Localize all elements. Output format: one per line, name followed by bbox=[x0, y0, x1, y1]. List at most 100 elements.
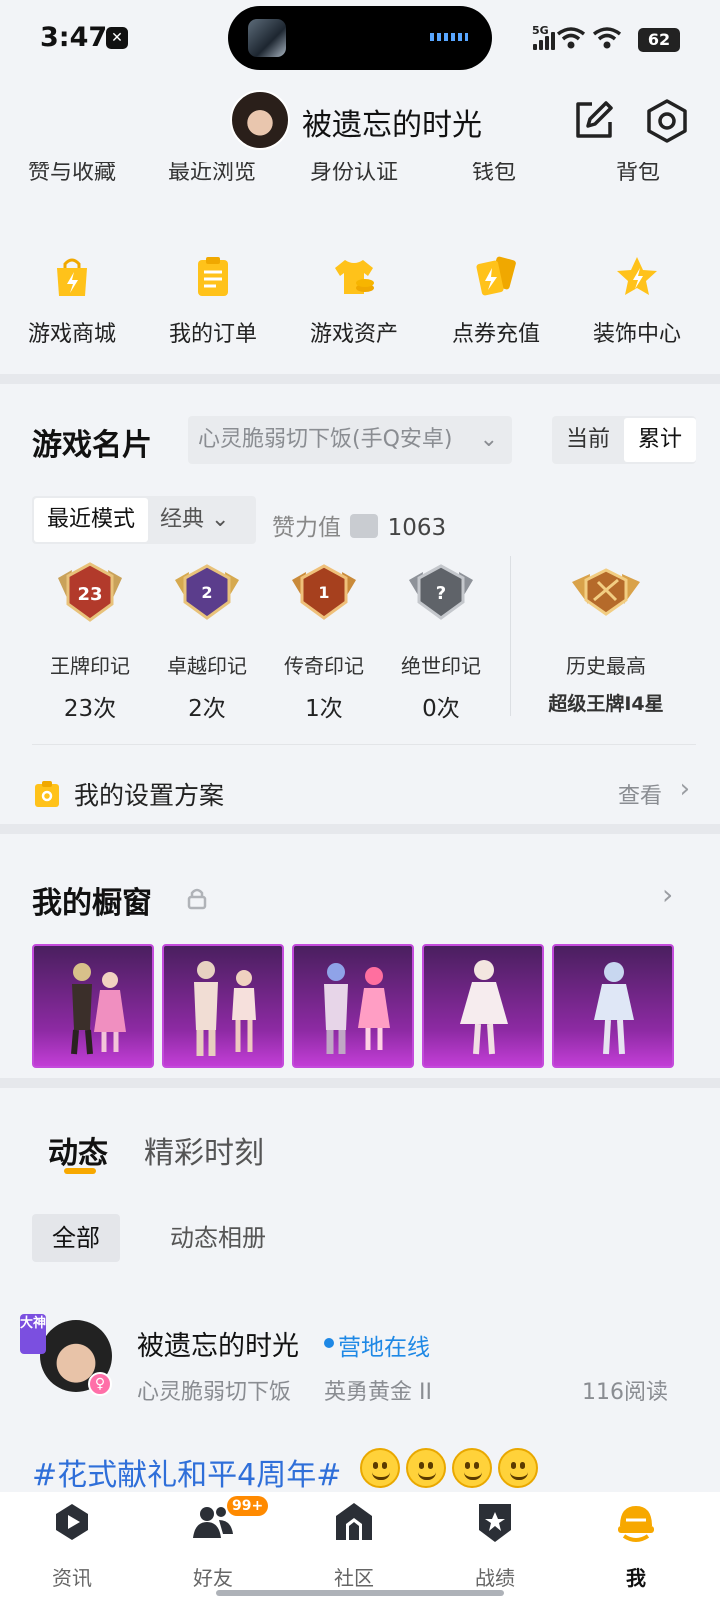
status-bar: 3:47 ✕ 5G 62 bbox=[0, 0, 720, 80]
shortcut-wallet[interactable]: 钱包 bbox=[422, 162, 566, 186]
toggle-total[interactable]: 累计 bbox=[624, 418, 696, 462]
clipboard-settings-icon bbox=[35, 781, 59, 807]
nav-label: 社区 bbox=[334, 1566, 374, 1590]
smile-emoji-icon bbox=[406, 1448, 446, 1488]
quick-action-decoration[interactable]: 装饰中心 bbox=[565, 250, 709, 348]
nav-me[interactable]: 我 bbox=[564, 1500, 708, 1591]
tab-dynamics[interactable]: 动态 bbox=[48, 1128, 108, 1172]
post-reads: 116阅读 bbox=[582, 1380, 668, 1405]
showcase-title: 我的橱窗 bbox=[32, 886, 152, 921]
divider bbox=[0, 824, 720, 834]
smile-emoji-icon bbox=[452, 1448, 492, 1488]
nav-friends[interactable]: 99+ 好友 bbox=[141, 1496, 285, 1591]
quick-action-label: 装饰中心 bbox=[592, 322, 681, 347]
badge-value: 23次 bbox=[63, 696, 117, 722]
nav-news[interactable]: 资讯 bbox=[0, 1500, 144, 1591]
dynamic-island[interactable] bbox=[228, 6, 492, 70]
quick-action-label: 游戏资产 bbox=[309, 322, 398, 347]
quick-action-assets[interactable]: 游戏资产 bbox=[282, 250, 426, 348]
home-indicator[interactable] bbox=[216, 1590, 504, 1596]
badge-excellent[interactable]: 2 卓越印记 2次 bbox=[152, 560, 262, 723]
nav-records[interactable]: 战绩 bbox=[423, 1500, 567, 1591]
post-author[interactable]: 被遗忘的时光 bbox=[137, 1324, 299, 1363]
shortcut-likes[interactable]: 赞与收藏 bbox=[0, 162, 144, 186]
badge-highest[interactable]: 历史最高 超级王牌I4星 bbox=[538, 560, 674, 716]
medal-number: ? bbox=[436, 583, 446, 604]
battery-icon: 62 bbox=[638, 28, 680, 52]
account-select[interactable]: 心灵脆弱切下饭(手Q安卓) ⌄ bbox=[188, 416, 512, 464]
page-title[interactable]: 被遗忘的时光 bbox=[302, 100, 482, 144]
quick-action-game-store[interactable]: 游戏商城 bbox=[0, 250, 144, 348]
account-select-value: 心灵脆弱切下饭(手Q安卓) bbox=[198, 427, 453, 452]
mode-classic-label: 经典 bbox=[160, 507, 205, 532]
quick-action-recharge[interactable]: 点券充值 bbox=[424, 250, 568, 348]
chip-all[interactable]: 全部 bbox=[32, 1214, 120, 1262]
quick-action-label: 游戏商城 bbox=[27, 322, 116, 347]
lock-icon bbox=[187, 888, 207, 910]
ace-medal-icon: 23 bbox=[58, 562, 122, 622]
skin-item[interactable] bbox=[162, 944, 284, 1068]
outfit-icon bbox=[194, 961, 256, 1056]
divider bbox=[510, 556, 511, 716]
badge-legend[interactable]: 1 传奇印记 1次 bbox=[269, 560, 379, 723]
post-rank: 英勇黄金 II bbox=[324, 1380, 432, 1405]
zan-label: 赞力值 bbox=[272, 515, 341, 541]
tab-highlights[interactable]: 精彩时刻 bbox=[144, 1128, 264, 1172]
helmet-me-icon bbox=[618, 1506, 654, 1542]
view-link[interactable]: 查看 bbox=[618, 778, 662, 810]
profile-shortcuts-row: 赞与收藏 最近浏览 身份认证 钱包 背包 bbox=[0, 162, 720, 192]
nav-community[interactable]: 社区 bbox=[282, 1500, 426, 1591]
outfit-icon bbox=[594, 962, 634, 1055]
smile-emoji-icon bbox=[360, 1448, 400, 1488]
mode-classic-dropdown[interactable]: 经典 ⌄ bbox=[160, 496, 229, 544]
badge-peerless[interactable]: ? 绝世印记 0次 bbox=[386, 560, 496, 723]
settings-scheme-row[interactable]: 我的设置方案 查看 › bbox=[32, 772, 696, 816]
nav-label: 战绩 bbox=[475, 1566, 515, 1590]
tshirt-coins-icon bbox=[335, 260, 374, 294]
toggle-current[interactable]: 当前 bbox=[552, 416, 624, 464]
avatar[interactable] bbox=[230, 90, 290, 150]
badge-label: 王牌印记 bbox=[50, 654, 130, 678]
skin-item[interactable] bbox=[292, 944, 414, 1068]
post-server: 心灵脆弱切下饭 bbox=[137, 1380, 292, 1405]
divider bbox=[0, 374, 720, 384]
shortcut-recent[interactable]: 最近浏览 bbox=[140, 162, 284, 186]
badge-value: 2次 bbox=[188, 696, 226, 722]
order-list-icon bbox=[198, 257, 228, 296]
settings-scheme-label: 我的设置方案 bbox=[74, 781, 225, 810]
star-decoration-icon bbox=[617, 257, 657, 295]
showcase-chevron-right-icon[interactable]: › bbox=[662, 878, 673, 911]
shortcut-identity[interactable]: 身份认证 bbox=[282, 162, 426, 186]
skin-item[interactable] bbox=[552, 944, 674, 1068]
wifi-icon bbox=[556, 27, 586, 49]
skin-item[interactable] bbox=[422, 944, 544, 1068]
female-icon: ♀ bbox=[88, 1372, 112, 1396]
community-house-icon bbox=[336, 1503, 372, 1540]
settings-icon[interactable] bbox=[644, 98, 690, 144]
zan-value: 1063 bbox=[387, 515, 447, 541]
edit-icon[interactable] bbox=[572, 98, 616, 142]
smile-emoji-icon bbox=[498, 1448, 538, 1488]
status-time: 3:47 bbox=[40, 22, 108, 53]
highest-rank-medal-icon bbox=[572, 568, 640, 616]
online-dot-icon bbox=[324, 1338, 334, 1348]
quick-actions: 游戏商城 我的订单 游戏资产 点券充值 装饰中心 bbox=[0, 250, 720, 360]
stats-period-toggle: 当前 累计 bbox=[552, 416, 696, 464]
mode-recent[interactable]: 最近模式 bbox=[34, 498, 148, 542]
battle-record-icon bbox=[479, 1504, 511, 1542]
skin-item[interactable] bbox=[32, 944, 154, 1068]
nav-label: 我 bbox=[626, 1566, 646, 1590]
badge-label: 绝世印记 bbox=[401, 654, 481, 678]
master-badge: 大神 bbox=[20, 1314, 46, 1354]
showcase-skins bbox=[32, 944, 688, 1068]
thumbs-up-icon bbox=[350, 514, 379, 538]
quick-action-orders[interactable]: 我的订单 bbox=[141, 250, 285, 348]
chip-album[interactable]: 动态相册 bbox=[170, 1214, 266, 1262]
divider bbox=[0, 1078, 720, 1088]
post-hashtag[interactable]: #花式献礼和平4周年# bbox=[32, 1450, 341, 1494]
wifi-icon-secondary bbox=[592, 27, 622, 49]
shortcut-backpack[interactable]: 背包 bbox=[566, 162, 710, 186]
badge-ace[interactable]: 23 王牌印记 23次 bbox=[35, 560, 145, 723]
chevron-down-icon: ⌄ bbox=[211, 507, 230, 532]
badge-value: 超级王牌I4星 bbox=[548, 693, 664, 715]
